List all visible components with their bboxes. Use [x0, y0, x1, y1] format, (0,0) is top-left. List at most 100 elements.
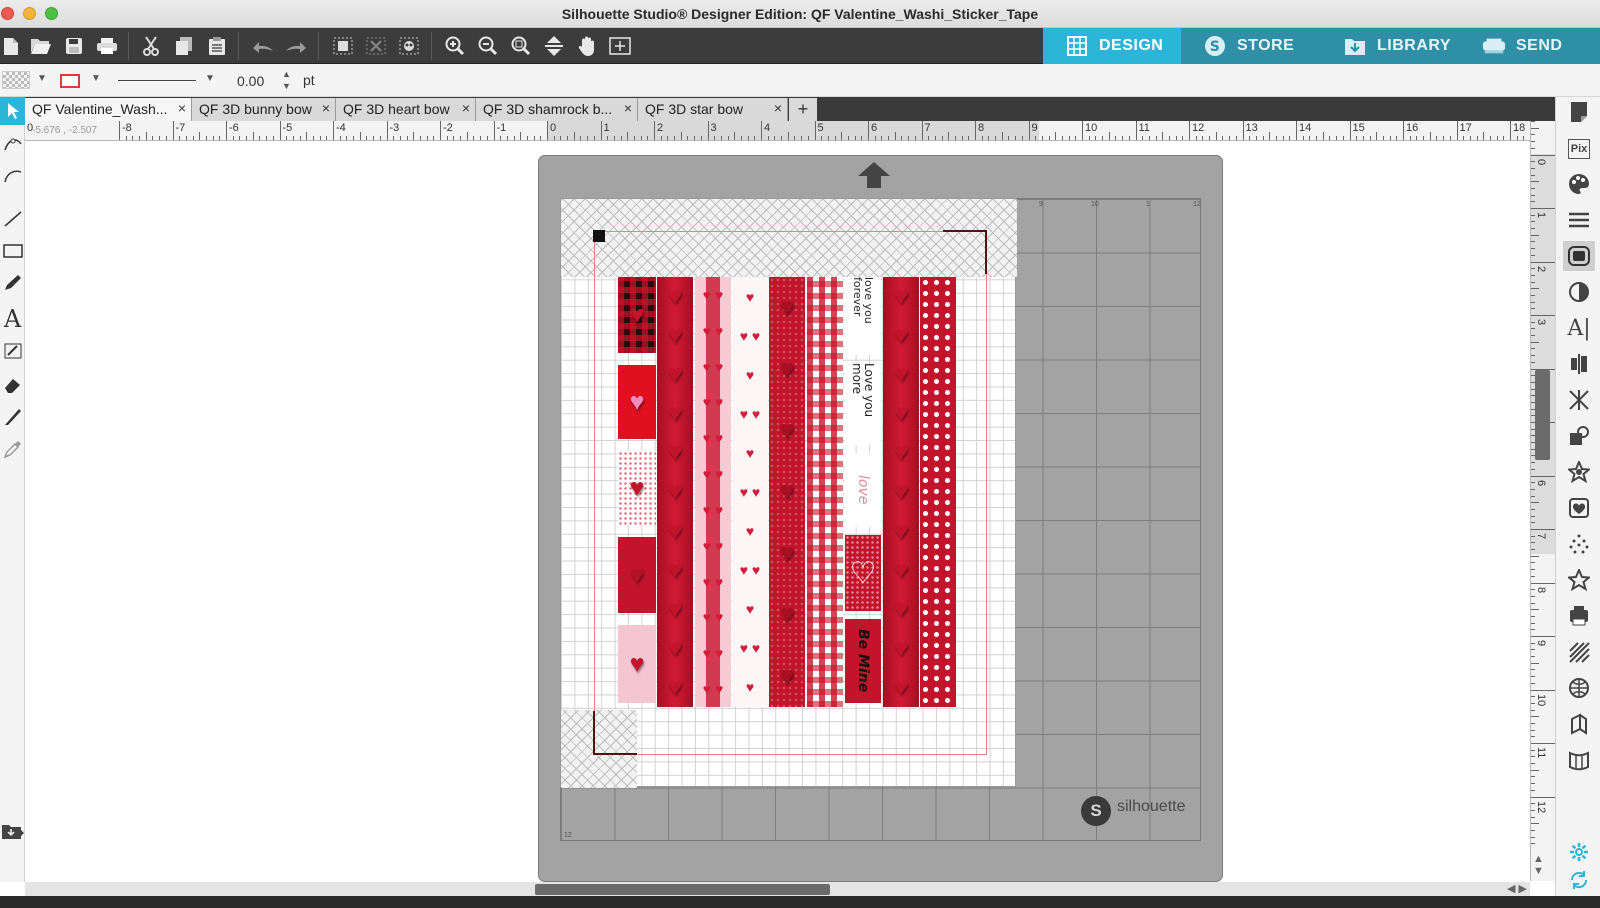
washi-strip-mixed[interactable]: ♥ ♥ ♥ ♥ ♥ [618, 277, 656, 707]
undo-icon[interactable] [250, 34, 276, 58]
library-panel-icon[interactable] [0, 817, 25, 845]
copy-icon[interactable] [171, 34, 197, 58]
rectangle-tool-icon[interactable] [0, 237, 25, 265]
washi-strip-stripe-hearts[interactable]: ♥ ♥ ♥ ♥ ♥ ♥ ♥ ♥ ♥ ♥ ♥ ♥ ♥ ♥ ♥ ♥ ♥ ♥ ♥ ♥ … [695, 277, 731, 707]
tab-close-icon[interactable]: × [774, 100, 782, 116]
paste-icon[interactable] [204, 34, 230, 58]
fill-dropdown-icon[interactable]: ▼ [37, 73, 47, 84]
line-width-stepper[interactable]: ▲ ▼ [282, 68, 291, 92]
design-page[interactable]: ♥ ♥ ♥ ♥ ♥ ♥ ♥ ♥ ♥ ♥ ♥ ♥ ♥ ♥ ♥ ♥ ♥ ♥ ♥ ♥ … [560, 198, 1017, 788]
tab-qf-3d-star-bow[interactable]: QF 3D star bow × [638, 98, 788, 121]
design-3d-panel-icon[interactable] [1563, 709, 1595, 739]
fill-color-swatch[interactable] [2, 71, 30, 89]
ruler-tick [1531, 749, 1535, 751]
vertical-scroll-arrows-icon[interactable]: ▲ ▼ [1533, 853, 1544, 877]
open-file-icon[interactable] [28, 34, 54, 58]
love-you-more-text: Love you more [850, 363, 876, 418]
modify-panel-icon[interactable] [1563, 421, 1595, 451]
library-star-panel-icon[interactable] [1563, 565, 1595, 595]
eyedropper-tool-icon[interactable] [0, 435, 25, 463]
tab-close-icon[interactable]: × [178, 100, 186, 116]
select-by-color-icon[interactable] [396, 34, 422, 58]
new-tab-plus-icon[interactable]: + [789, 98, 817, 121]
line-width-field[interactable]: 0.00 [237, 71, 275, 91]
zoom-fit-icon[interactable] [508, 34, 534, 58]
replicate-panel-icon[interactable] [1563, 385, 1595, 415]
tab-label: QF 3D star bow [645, 101, 744, 117]
ruler-label: -6 [229, 122, 239, 134]
redo-icon[interactable] [283, 34, 309, 58]
transparency-panel-icon[interactable] [1563, 277, 1595, 307]
tab-close-icon[interactable]: × [624, 100, 632, 116]
offset-panel-icon[interactable] [1563, 241, 1595, 271]
nav-design-tab[interactable]: DESIGN [1043, 28, 1181, 64]
nav-store-tab[interactable]: S STORE [1181, 28, 1321, 64]
tab-qf-3d-bunny-bow[interactable]: QF 3D bunny bow × [192, 98, 336, 121]
line-color-swatch[interactable] [60, 74, 80, 88]
line-style-panel-icon[interactable] [1563, 205, 1595, 235]
washi-strip-gingham[interactable] [807, 277, 843, 707]
ruler-tick [1531, 141, 1535, 143]
tab-qf-valentine-washi[interactable]: QF Valentine_Wash... × [25, 98, 192, 121]
horizontal-scroll-arrows-icon[interactable]: ◀ ▶ [1507, 882, 1527, 895]
cut-icon[interactable] [138, 34, 164, 58]
web-store-globe-icon[interactable] [1563, 673, 1595, 703]
new-file-icon[interactable] [0, 34, 24, 58]
fill-panel-palette-icon[interactable] [1563, 169, 1595, 199]
zoom-in-icon[interactable] [442, 34, 468, 58]
line-style-dropdown-icon[interactable]: ▼ [205, 73, 215, 84]
align-panel-icon[interactable] [1563, 349, 1595, 379]
small-heart-icon: ♥ ♥ [702, 681, 724, 698]
line-color-dropdown-icon[interactable]: ▼ [91, 73, 101, 84]
sync-refresh-icon[interactable] [1563, 865, 1595, 895]
curve-tool-icon[interactable] [0, 163, 25, 191]
hatch-panel-icon[interactable] [1563, 637, 1595, 667]
ruler-tick [1531, 515, 1535, 517]
text-tool-icon[interactable]: A [0, 305, 25, 333]
ruler-tick [500, 136, 502, 140]
point-edit-tool-icon[interactable] [0, 131, 25, 159]
line-style-selector[interactable] [118, 80, 196, 81]
sketch-panel-dots-icon[interactable] [1563, 529, 1595, 559]
ruler-tick [781, 136, 783, 140]
select-tool-icon[interactable] [0, 97, 25, 125]
print-and-cut-panel-icon[interactable] [1563, 601, 1595, 631]
ruler-label: 11 [1535, 747, 1547, 759]
trace-panel-icon[interactable] [1563, 493, 1595, 523]
eraser-tool-icon[interactable] [0, 371, 25, 399]
washi-strip-vine-hearts[interactable]: ♥ ♥ ♥ ♥ ♥ ♥ ♥ ♥ ♥ ♥ ♥ ♥ ♥ ♥ ♥ ♥ [732, 277, 768, 707]
shape-star-panel-icon[interactable] [1563, 457, 1595, 487]
text-style-panel-icon[interactable]: A| [1563, 313, 1595, 343]
ruler-tick [1531, 569, 1535, 571]
horizontal-scrollbar-thumb[interactable] [535, 884, 830, 895]
deselect-icon[interactable] [363, 34, 389, 58]
pencil-tool-icon[interactable] [0, 269, 25, 297]
zoom-out-icon[interactable] [475, 34, 501, 58]
pan-icon[interactable] [574, 34, 600, 58]
page-setup-icon[interactable] [1563, 97, 1595, 127]
settings-gear-icon[interactable] [1563, 837, 1595, 867]
nav-library-tab[interactable]: LIBRARY [1321, 28, 1460, 64]
washi-strip-red-hearts[interactable]: ♥ ♥ ♥ ♥ ♥ ♥ ♥ ♥ ♥ ♥ ♥ [883, 277, 919, 707]
add-page-icon[interactable] [607, 34, 633, 58]
pixscan-icon[interactable]: Pix [1568, 139, 1590, 159]
select-all-icon[interactable] [330, 34, 356, 58]
tab-qf-3d-shamrock-bow[interactable]: QF 3D shamrock b... × [476, 98, 638, 121]
washi-strip-red-dotted-hearts[interactable]: ♥ ♥ ♥ ♥ ♥ ♥ ♥ [769, 277, 805, 707]
tab-close-icon[interactable]: × [462, 100, 470, 116]
fit-to-page-icon[interactable] [541, 34, 567, 58]
washi-strip-polka-dot[interactable] [920, 277, 956, 707]
washi-strip-red-hearts[interactable]: ♥ ♥ ♥ ♥ ♥ ♥ ♥ ♥ ♥ ♥ ♥ [657, 277, 693, 707]
save-icon[interactable] [61, 34, 87, 58]
nav-send-tab[interactable]: SEND [1460, 28, 1600, 64]
ruler-tick [1531, 676, 1535, 678]
knife-tool-icon[interactable] [0, 403, 25, 431]
line-tool-icon[interactable] [0, 205, 25, 233]
vertical-scrollbar-thumb[interactable] [1535, 370, 1550, 460]
text-box-tool-icon[interactable] [0, 337, 25, 365]
warp-panel-icon[interactable] [1563, 745, 1595, 775]
washi-strip-text[interactable]: love you forever Love you more love ♡ Be… [845, 277, 881, 707]
tab-qf-3d-heart-bow[interactable]: QF 3D heart bow × [336, 98, 476, 121]
print-icon[interactable] [94, 34, 120, 58]
tab-close-icon[interactable]: × [322, 100, 330, 116]
